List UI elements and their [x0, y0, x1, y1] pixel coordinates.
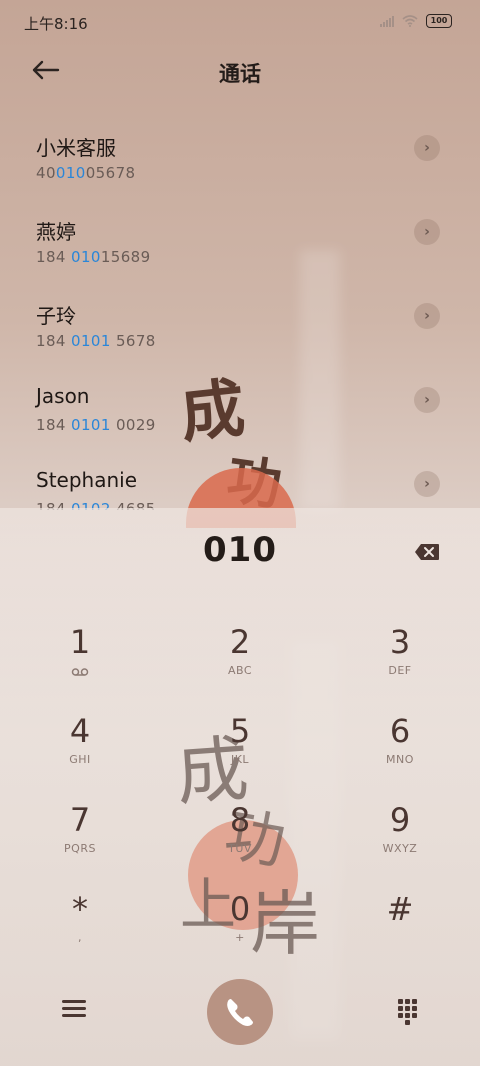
- list-item[interactable]: 小米客服 4001005678 ›: [0, 120, 480, 204]
- dial-key-star[interactable]: *,: [20, 889, 140, 969]
- contact-number: 184 0101 0029: [36, 416, 156, 434]
- phone-icon: [227, 999, 253, 1026]
- chevron-right-icon[interactable]: ›: [414, 303, 440, 329]
- contact-number: 184 0101 5678: [36, 332, 156, 350]
- contact-name: 小米客服: [36, 136, 116, 160]
- chevron-right-icon[interactable]: ›: [414, 471, 440, 497]
- dial-key-7[interactable]: 7 PQRS: [20, 800, 140, 880]
- dial-key-9[interactable]: 9 WXYZ: [340, 800, 460, 880]
- call-button[interactable]: [207, 979, 273, 1045]
- menu-icon[interactable]: [62, 996, 86, 1020]
- list-item[interactable]: Stephanie 184 0102 4685 ›: [0, 456, 480, 510]
- keypad-toggle-icon[interactable]: [396, 999, 420, 1025]
- contact-suggestion-list: 小米客服 4001005678 › 燕婷 184 01015689 › 子玲 1…: [0, 120, 480, 510]
- signal-icon: [380, 15, 394, 27]
- chevron-right-icon[interactable]: ›: [414, 219, 440, 245]
- dial-key-0[interactable]: 0 +: [180, 889, 300, 969]
- chevron-right-icon[interactable]: ›: [414, 135, 440, 161]
- contact-name: 燕婷: [36, 220, 76, 244]
- dialed-number: 010: [203, 530, 277, 570]
- list-item[interactable]: Jason 184 0101 0029 ›: [0, 372, 480, 456]
- contact-name: Stephanie: [36, 468, 138, 492]
- list-item[interactable]: 燕婷 184 01015689 ›: [0, 204, 480, 288]
- backspace-icon[interactable]: [414, 543, 440, 561]
- dial-key-2[interactable]: 2 ABC: [180, 622, 300, 702]
- chevron-right-icon[interactable]: ›: [414, 387, 440, 413]
- dial-key-6[interactable]: 6 MNO: [340, 711, 460, 791]
- battery-icon: 100: [426, 14, 452, 28]
- contact-number: 184 01015689: [36, 248, 151, 266]
- dial-key-8[interactable]: 8 TUV: [180, 800, 300, 880]
- wifi-icon: [402, 15, 418, 27]
- dial-key-hash[interactable]: #: [340, 889, 460, 969]
- header: 通话: [0, 46, 480, 102]
- status-time: 上午8:16: [24, 15, 88, 33]
- page-title: 通话: [219, 62, 261, 86]
- contact-name: Jason: [36, 384, 90, 408]
- contact-number: 4001005678: [36, 164, 136, 182]
- dial-key-1[interactable]: 1: [20, 622, 140, 702]
- contact-name: 子玲: [36, 304, 76, 328]
- dial-key-5[interactable]: 5 JKL: [180, 711, 300, 791]
- list-item[interactable]: 子玲 184 0101 5678 ›: [0, 288, 480, 372]
- dial-key-4[interactable]: 4 GHI: [20, 711, 140, 791]
- status-bar: 上午8:16 100: [0, 0, 480, 46]
- voicemail-icon: [71, 668, 89, 676]
- dial-key-3[interactable]: 3 DEF: [340, 622, 460, 702]
